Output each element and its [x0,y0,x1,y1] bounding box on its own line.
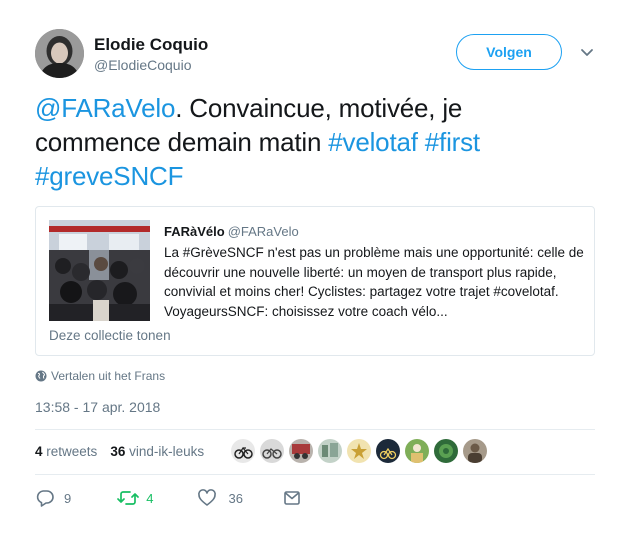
liker-avatar[interactable] [405,439,429,463]
liker-avatar[interactable] [434,439,458,463]
liker-avatar[interactable] [260,439,284,463]
like-button[interactable]: 36 [197,488,243,508]
tweet-timestamp[interactable]: 13:58 - 17 apr. 2018 [35,399,160,415]
mention-link[interactable]: @FARaVelo [35,93,175,123]
likes-stat-count: 36 [110,444,126,459]
divider [35,429,595,430]
author-name[interactable]: Elodie Coquio [94,35,208,55]
liker-avatar[interactable] [463,439,487,463]
reply-button[interactable]: 9 [35,488,71,508]
retweet-icon [117,491,140,505]
like-count: 36 [228,490,243,506]
quoted-tweet-header: FARàVélo @FARaVelo [164,224,299,239]
retweets-stat-label: retweets [46,444,98,459]
chevron-down-icon[interactable] [579,44,595,60]
direct-message-button[interactable] [282,488,302,508]
author-handle[interactable]: @ElodieCoquio [94,57,192,73]
liker-avatars [231,439,487,463]
reply-icon [36,490,54,507]
divider [35,474,595,475]
retweets-stat[interactable]: 4 retweets [35,444,97,459]
retweet-button[interactable]: 4 [117,488,153,508]
liker-avatar[interactable] [289,439,313,463]
quoted-tweet[interactable]: FARàVélo @FARaVelo La #GrèveSNCF n'est pa… [35,206,595,356]
author-avatar[interactable] [35,29,84,78]
heart-icon [198,489,217,506]
hashtag-link[interactable]: #velotaf [328,127,418,157]
retweets-stat-count: 4 [35,444,43,459]
show-collection-link[interactable]: Deze collectie tonen [49,328,171,343]
tweet-stats: 4 retweets 36 vind-ik-leuks [35,444,204,459]
quoted-tweet-text: La #GrèveSNCF n'est pas un problème mais… [164,245,584,319]
likes-stat-label: vind-ik-leuks [129,444,205,459]
quoted-author-handle[interactable]: @FARaVelo [228,224,299,239]
liker-avatar[interactable] [376,439,400,463]
hashtag-link[interactable]: #first [425,127,480,157]
translate-label: Vertalen uit het Frans [51,369,166,383]
liker-avatar[interactable] [231,439,255,463]
tweet-text: @FARaVelo. Convaincue, motivée, je comme… [35,91,590,193]
retweet-count: 4 [146,490,154,506]
tweet-actions: 9 4 36 [35,488,302,508]
envelope-icon [284,491,300,505]
liker-avatar[interactable] [318,439,342,463]
likes-stat[interactable]: 36 vind-ik-leuks [110,444,204,459]
hashtag-link[interactable]: #greveSNCF [35,161,183,191]
quoted-author-name[interactable]: FARàVélo [164,224,225,239]
reply-count: 9 [64,490,72,506]
quoted-tweet-image [49,220,150,321]
follow-button[interactable]: Volgen [456,34,562,70]
globe-icon [35,370,47,382]
translate-link[interactable]: Vertalen uit het Frans [35,369,165,383]
liker-avatar[interactable] [347,439,371,463]
